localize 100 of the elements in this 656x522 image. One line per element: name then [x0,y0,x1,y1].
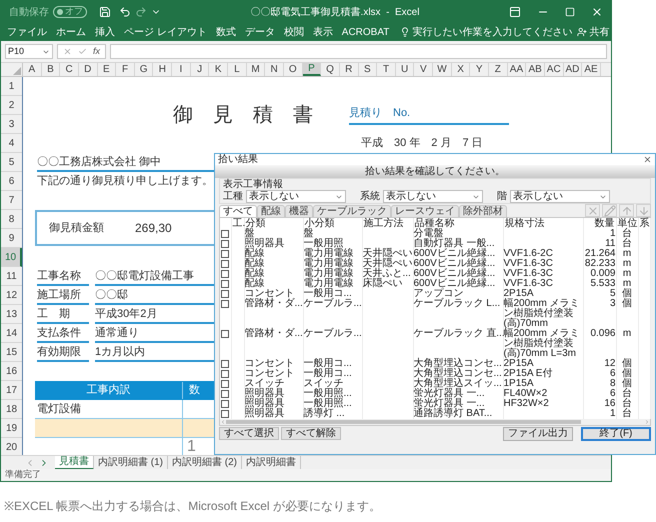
ribbon-tab[interactable]: ACROBAT [340,24,392,40]
redo-icon[interactable] [135,6,147,18]
column-header[interactable]: 品種名称 [413,218,503,229]
row-header[interactable]: 14 [1,324,22,343]
row-checkbox[interactable] [221,380,229,388]
row-header[interactable]: 16 [1,362,22,381]
column-header[interactable]: AA [508,63,526,76]
save-icon[interactable] [99,6,111,18]
column-header[interactable]: 施工方法 [362,218,413,229]
filter-dropdown[interactable]: 表示しない [510,190,610,203]
select-button[interactable]: すべて選択 [219,427,279,440]
row-checkbox[interactable] [221,230,229,238]
check-icon[interactable] [78,47,87,56]
column-header[interactable]: V [414,63,434,76]
ribbon-display-icon[interactable] [509,6,521,18]
column-header[interactable]: G [134,63,154,76]
ribbon-tab[interactable]: 数式 [214,24,238,40]
row-header[interactable]: 15 [1,343,22,362]
column-header[interactable]: 単位 [616,218,638,229]
close-icon[interactable] [591,6,603,18]
column-header[interactable]: P [302,63,322,76]
row-header[interactable]: 3 [1,115,22,134]
ribbon-tab[interactable]: 表示 [310,24,335,40]
row-checkbox[interactable] [221,250,229,258]
row-header[interactable]: 18 [1,400,22,419]
column-header[interactable]: 工. [231,218,244,229]
row-checkbox[interactable] [221,300,229,308]
row-checkbox[interactable] [221,290,229,298]
row-header[interactable]: 8 [1,210,22,229]
row-checkbox[interactable] [221,240,229,248]
column-header[interactable]: M [246,63,266,76]
column-header[interactable]: Z [489,63,508,76]
function-button[interactable]: fx [93,44,100,58]
row-header[interactable]: 7 [1,191,22,210]
column-header[interactable]: E [98,63,116,76]
category-tab[interactable]: 除外部材 [459,205,507,217]
column-header[interactable]: 系 [638,218,650,229]
row-header[interactable]: 12 [1,286,22,305]
row-checkbox[interactable] [221,370,229,378]
column-header[interactable]: 規格寸法 [503,218,583,229]
dialog-button[interactable]: ファイル出力 [503,426,573,440]
column-header[interactable]: 分類 [244,218,303,229]
column-header[interactable]: AE [582,63,601,76]
ribbon-tab[interactable]: ページ レイアウト [122,24,209,40]
name-box[interactable]: P10 [5,44,53,59]
column-header[interactable]: D [78,63,98,76]
close-icon[interactable] [643,155,652,164]
filter-dropdown[interactable]: 表示しない [383,190,483,203]
column-header[interactable]: S [358,63,378,76]
dialog-button[interactable]: 終了(F) [581,426,651,440]
select-button[interactable]: すべて解除 [281,427,341,440]
column-header[interactable]: C [60,63,79,76]
filter-dropdown[interactable]: 表示しない [246,190,346,203]
column-header[interactable]: 数量 [583,218,616,229]
row-header[interactable]: 4 [1,134,22,153]
row-checkbox[interactable] [221,280,229,288]
column-header[interactable]: I [172,63,191,76]
row-header[interactable]: 13 [1,305,22,324]
column-header[interactable]: X [452,63,470,76]
row-checkbox[interactable] [221,260,229,268]
column-header[interactable]: L [228,63,247,76]
ribbon-tab[interactable]: 校閲 [282,24,306,40]
row-header[interactable]: 5 [1,153,22,172]
column-header[interactable]: F [116,63,135,76]
column-header[interactable]: B [42,63,60,76]
row-header[interactable]: 6 [1,172,22,191]
column-header[interactable]: AD [564,63,582,76]
column-header[interactable]: T [377,63,396,76]
row-header[interactable]: 17 [1,381,22,400]
row-checkbox[interactable] [221,410,229,418]
share-button[interactable]: 共有 [589,24,610,40]
column-header[interactable]: Q [321,63,340,76]
row-checkbox[interactable] [221,360,229,368]
category-tab[interactable]: 配線 [257,205,285,217]
row-checkbox[interactable] [221,390,229,398]
column-header[interactable]: J [190,63,210,76]
row-header[interactable]: 2 [1,96,22,115]
category-tab[interactable]: レースウェイ [391,205,459,217]
row-checkbox[interactable] [221,400,229,408]
row-header[interactable]: 10 [1,248,22,267]
column-header[interactable]: R [340,63,359,76]
row-header[interactable]: 19 [1,419,22,438]
column-header[interactable]: K [209,63,228,76]
column-header[interactable]: AB [526,63,545,76]
column-header[interactable]: H [153,63,172,76]
sheet-tab[interactable]: 見積書 [55,456,94,470]
maximize-icon[interactable] [565,7,575,17]
ribbon-tab[interactable]: 挿入 [93,24,117,40]
column-header[interactable]: A [23,63,42,76]
ribbon-tab[interactable]: データ [242,24,277,40]
ribbon-tab[interactable]: ファイル [5,24,49,40]
row-checkbox[interactable] [221,330,229,338]
column-header[interactable]: Y [470,63,490,76]
column-header[interactable]: N [265,63,284,76]
category-tab[interactable]: すべて [219,205,257,217]
ribbon-tab[interactable]: ホーム [54,24,88,40]
tell-me-field[interactable]: 実行したい作業を入力してください [412,24,572,40]
row-header[interactable]: 11 [1,267,22,286]
column-header[interactable]: U [396,63,414,76]
column-header[interactable]: AC [544,63,564,76]
